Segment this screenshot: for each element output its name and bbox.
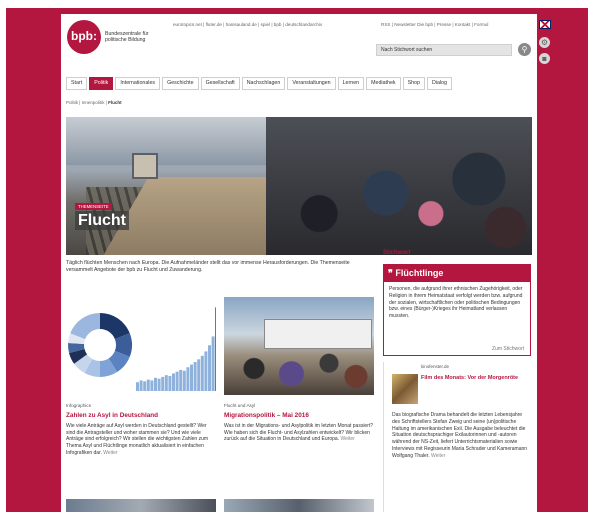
card-text-body: Wie viele Anträge auf Asyl werden in Deu… — [66, 423, 209, 456]
nav-item-gesellschaft[interactable]: Gesellschaft — [200, 77, 240, 90]
histogram-bar — [204, 351, 208, 391]
breadcrumb-path[interactable]: Politik | Innenpolitik | — [66, 100, 107, 105]
nav-item-mediathek[interactable]: Mediathek — [366, 77, 401, 90]
histogram-bar — [139, 380, 143, 391]
nav-item-dialog[interactable]: Dialog — [426, 77, 452, 90]
histogram-bar — [172, 373, 175, 391]
bpb-logo[interactable]: bpb: — [67, 20, 101, 54]
histogram-bar — [215, 307, 216, 391]
print-icon[interactable]: ▪ — [539, 53, 550, 64]
page: bpb: Bundeszentrale für politische Bildu… — [61, 14, 537, 512]
intro-text: Täglich flüchten Menschen nach Europa. D… — [66, 260, 350, 273]
nav-item-politik[interactable]: Politik — [89, 77, 114, 90]
nav-item-lernen[interactable]: Lernen — [337, 77, 365, 90]
read-more-link[interactable]: Weiter — [431, 453, 445, 459]
histogram-bar — [150, 380, 154, 391]
histogram-bar — [186, 367, 190, 391]
card-title[interactable]: Migrationspolitik – Mai 2016 — [224, 412, 309, 419]
teaser-image[interactable] — [224, 499, 374, 512]
side-icons: ⚙ ▪ — [539, 20, 553, 69]
histogram-bar — [161, 376, 165, 391]
histogram-bar — [154, 377, 157, 391]
histogram-bar — [193, 361, 197, 391]
histogram-bar — [164, 375, 168, 391]
top-links-right[interactable]: RSS | Newsletter Die bpb | Presse | Kont… — [381, 22, 488, 27]
breadcrumb-current: Flucht — [108, 100, 122, 105]
hero-kicker: THEMENSEITE — [75, 203, 112, 210]
card-text: Wie viele Anträge auf Asyl werden in Deu… — [66, 423, 216, 457]
histogram-bar — [136, 382, 139, 391]
stichwort-title[interactable]: ❞ Flüchtlinge — [384, 265, 530, 282]
stichwort-link[interactable]: Zum Stichwort — [492, 346, 524, 352]
teaser-image[interactable] — [66, 499, 216, 512]
read-more-link[interactable]: Weiter — [340, 436, 354, 442]
histogram-bar — [190, 364, 193, 391]
main-nav: Start Politik Internationales Geschichte… — [66, 77, 454, 90]
nav-item-internationales[interactable]: Internationales — [115, 77, 161, 90]
histogram-bar — [175, 371, 179, 391]
nav-item-shop[interactable]: Shop — [402, 77, 425, 90]
histogram-bar — [143, 381, 147, 391]
film-image[interactable] — [392, 374, 418, 404]
search-icon[interactable]: ⚲ — [518, 43, 531, 56]
nav-item-start[interactable]: Start — [66, 77, 88, 90]
read-more-link[interactable]: Weiter — [103, 450, 117, 456]
settings-icon[interactable]: ⚙ — [539, 37, 550, 48]
card-text: Was ist in der Migrations- und Asylpolit… — [224, 423, 374, 443]
film-box: kinofenster.de Film des Monats: Vor der … — [383, 362, 531, 512]
film-text: Das biografische Drama behandelt die let… — [392, 412, 528, 460]
english-flag-icon[interactable] — [539, 20, 551, 29]
film-text-body: Das biografische Drama behandelt die let… — [392, 412, 528, 459]
nav-item-nachschlagen[interactable]: Nachschlagen — [241, 77, 286, 90]
card-title[interactable]: Zahlen zu Asyl in Deutschland — [66, 412, 158, 419]
infographic-image[interactable] — [66, 297, 216, 395]
histogram-bar — [179, 369, 183, 391]
infographic-chart — [68, 307, 216, 391]
nav-item-veranstaltungen[interactable]: Veranstaltungen — [287, 77, 336, 90]
migration-image[interactable] — [224, 297, 374, 395]
card-kicker: Flucht und Asyl — [224, 403, 256, 408]
search-input[interactable]: Nach Stichwort suchen — [376, 44, 512, 56]
film-kicker: kinofenster.de — [421, 364, 450, 369]
histogram-bar — [197, 359, 201, 391]
histogram-bar — [168, 376, 172, 391]
stichwort-heading: Stichwort — [383, 250, 411, 256]
nav-item-geschichte[interactable]: Geschichte — [162, 77, 199, 90]
logo-text: Bundeszentrale für politische Bildung — [105, 31, 149, 43]
stichwort-text: Personen, die aufgrund ihrer ethnischen … — [389, 286, 523, 320]
histogram-bar — [200, 355, 204, 391]
histogram-bar — [157, 378, 161, 391]
stichwort-title-text: Flüchtlinge — [395, 268, 444, 278]
stichwort-box: ❞ Flüchtlinge Personen, die aufgrund ihr… — [383, 264, 531, 356]
histogram-bar — [182, 370, 186, 391]
hero-image[interactable]: THEMENSEITE Flucht — [66, 117, 532, 255]
card-kicker: Infographics — [66, 403, 92, 408]
hero-title: Flucht — [75, 211, 129, 230]
breadcrumb: Politik | Innenpolitik | Flucht — [66, 100, 122, 105]
top-links-left[interactable]: eurotopics.net | fluter.de | hanisauland… — [173, 22, 322, 27]
histogram-bar — [208, 345, 211, 391]
histogram-bar — [146, 379, 150, 391]
film-title[interactable]: Film des Monats: Vor der Morgenröte — [421, 375, 526, 382]
histogram-bar — [211, 336, 215, 391]
